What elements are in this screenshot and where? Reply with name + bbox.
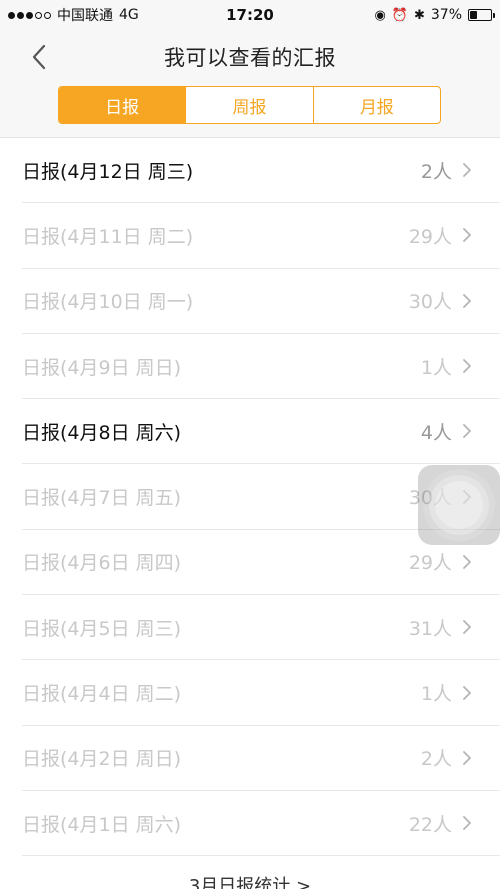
report-title: 日报(4月6日 周四) [22, 552, 182, 575]
report-row-right: 2人 [421, 157, 472, 184]
report-row[interactable]: 日报(4月12日 周三) 2人 [22, 138, 500, 204]
chevron-left-icon [32, 44, 46, 70]
report-row[interactable]: 日报(4月11日 周二) 29人 [22, 203, 500, 269]
report-row[interactable]: 日报(4月1日 周六) 22人 [22, 791, 500, 857]
report-title: 日报(4月9日 周日) [22, 356, 182, 379]
status-right: ◉ ⏰ ✱ 37% [374, 7, 495, 23]
chevron-right-icon [463, 620, 471, 635]
battery-percent: 37% [430, 7, 462, 23]
report-row[interactable]: 日报(4月4日 周二) 1人 [22, 660, 500, 726]
report-count: 29人 [408, 552, 452, 575]
status-bar: 中国联通 4G 17:20 ◉ ⏰ ✱ 37% [0, 0, 500, 30]
battery-icon [468, 9, 495, 21]
report-count: 30人 [408, 291, 452, 314]
report-row[interactable]: 日报(4月2日 周日) 2人 [22, 726, 500, 791]
report-row[interactable]: 日报(4月5日 周三) 31人 [22, 595, 500, 661]
chevron-right-icon [463, 228, 471, 243]
chevron-right-icon [463, 359, 471, 373]
tab-weekly[interactable]: 周报 [185, 87, 312, 123]
chevron-right-icon [463, 163, 471, 178]
report-count: 1人 [420, 683, 452, 706]
bluetooth-icon: ✱ [413, 7, 425, 23]
chevron-right-icon [463, 750, 471, 765]
status-left: 中国联通 4G [8, 5, 139, 25]
report-title: 日报(4月5日 周三) [22, 617, 182, 640]
report-title: 日报(4月8日 周六) [22, 421, 182, 444]
chevron-right-icon [463, 293, 471, 308]
report-row-right: 2人 [421, 744, 472, 771]
report-row-right: 1人 [421, 679, 472, 706]
report-count: 22人 [408, 813, 452, 836]
signal-strength-icon [8, 11, 51, 19]
report-title: 日报(4月10日 周一) [22, 291, 194, 314]
report-title: 日报(4月4日 周二) [22, 683, 182, 706]
network-type: 4G [119, 7, 139, 23]
screen-lock-icon: ◉ [374, 7, 386, 23]
march-stats-link[interactable]: 3月日报统计 > [0, 872, 500, 889]
report-row-right: 30人 [409, 287, 472, 314]
report-title: 日报(4月1日 周六) [22, 813, 182, 836]
tab-daily[interactable]: 日报 [59, 87, 186, 123]
chevron-right-icon [463, 424, 471, 439]
report-type-tabs: 日报 周报 月报 [58, 86, 441, 124]
tab-monthly[interactable]: 月报 [312, 87, 440, 123]
report-count: 2人 [420, 748, 452, 771]
alarm-icon: ⏰ [391, 7, 408, 23]
report-count: 2人 [420, 160, 452, 183]
carrier-name: 中国联通 [57, 8, 113, 24]
report-row[interactable]: 日报(4月8日 周六) 4人 [22, 399, 500, 465]
report-title: 日报(4月7日 周五) [22, 487, 182, 510]
chevron-right-icon [463, 555, 471, 569]
page-title: 我可以查看的汇报 [164, 46, 336, 70]
report-row-right: 31人 [409, 614, 472, 641]
nav-bar: 我可以查看的汇报 [0, 30, 500, 84]
back-button[interactable] [24, 40, 54, 74]
chevron-right-icon [463, 685, 471, 700]
report-row-right: 4人 [421, 418, 472, 445]
report-row-right: 29人 [409, 548, 472, 575]
report-count: 31人 [408, 617, 452, 640]
battery-fill [470, 11, 478, 19]
report-title: 日报(4月11日 周二) [22, 225, 194, 248]
report-row[interactable]: 日报(4月9日 周日) 1人 [22, 334, 500, 400]
report-count: 1人 [420, 356, 452, 379]
chevron-right-icon [463, 816, 471, 831]
report-title: 日报(4月2日 周日) [22, 748, 182, 771]
assistive-touch-button[interactable] [418, 465, 500, 545]
report-row-right: 22人 [409, 810, 472, 837]
report-row-right: 29人 [409, 222, 472, 249]
report-count: 4人 [420, 421, 452, 444]
report-title: 日报(4月12日 周三) [22, 160, 194, 183]
assistive-touch-icon [435, 481, 483, 529]
report-row-right: 1人 [421, 353, 472, 380]
report-count: 29人 [408, 225, 452, 248]
report-row[interactable]: 日报(4月10日 周一) 30人 [22, 269, 500, 334]
